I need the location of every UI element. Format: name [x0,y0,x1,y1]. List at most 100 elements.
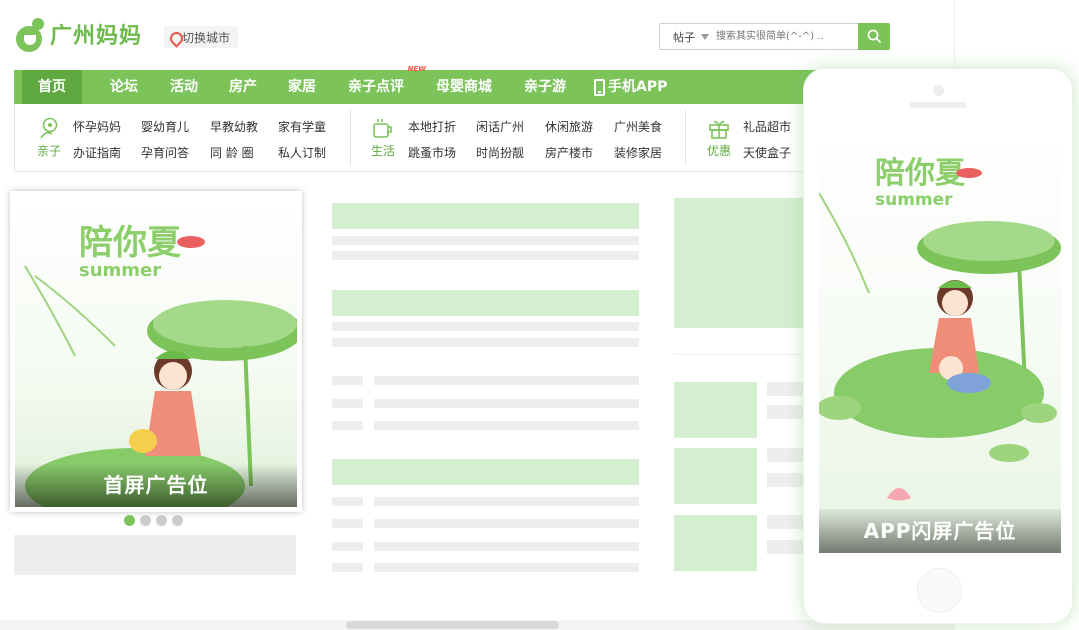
sub-link[interactable]: 婴幼育儿 [141,118,189,135]
carousel-dots [124,515,183,526]
nav-item-label: 亲子游 [524,79,566,95]
baby-icon [37,116,61,140]
horizontal-scrollbar[interactable] [0,620,955,630]
sub-link[interactable]: 孕育问答 [141,144,189,161]
search-icon [867,29,881,44]
sub-link[interactable]: 礼品超市 [743,118,791,135]
nav-item-mall[interactable]: 母婴商城 [422,70,506,104]
nav-item-label: 活动 [170,79,198,95]
summer-illustration-image: 陪你夏 summer [819,156,1061,501]
sub-link[interactable]: 家有学童 [278,118,326,135]
sub-link[interactable]: 闲话广州 [476,118,524,135]
text-line-placeholder [767,382,804,396]
text-line-placeholder [767,540,804,554]
art-title: 陪你夏 [79,223,182,263]
sub-link[interactable]: 装修家居 [614,144,662,161]
sub-link[interactable]: 休闲旅游 [545,118,593,135]
nav-item-events[interactable]: 活动 [156,70,212,104]
banner-illustration: 陪你夏 summer 首屏广告位 [15,196,297,507]
app-ad-caption: APP闪屏广告位 [819,509,1061,553]
text-line-placeholder [374,376,639,385]
thumb-placeholder [674,515,757,571]
city-switch-label: 切换城市 [182,30,231,45]
list-tag-placeholder [332,399,363,408]
cup-icon [371,116,395,140]
location-pin-icon [170,32,179,43]
phone-speaker [909,102,967,108]
sub-link[interactable]: 时尚扮靓 [476,144,524,161]
sub-nav-divider [350,110,351,166]
list-tag-placeholder [332,519,363,528]
sub-nav: 亲子 怀孕妈妈 婴幼育儿 早教幼教 家有学童 办证指南 孕育问答 同 龄 圈 私… [14,104,894,172]
image-placeholder [674,198,804,328]
sub-link[interactable]: 天使盒子 [743,144,791,161]
carousel-dot[interactable] [172,515,183,526]
text-line-placeholder [374,399,639,408]
thumb-placeholder [674,382,757,438]
nav-item-home[interactable]: 首页 [22,70,82,104]
dropdown-triangle-icon [701,33,709,40]
nav-item-house[interactable]: 房产 [215,70,271,104]
list-tag-placeholder [332,421,363,430]
scrollbar-thumb[interactable] [346,621,559,629]
carousel-dot[interactable] [156,515,167,526]
nav-item-label: 首页 [38,79,66,95]
text-line-placeholder [332,322,639,331]
phone-icon [594,78,605,96]
divider [674,354,804,355]
sub-link[interactable]: 跳蚤市场 [408,144,456,161]
sub-category-deals[interactable]: 优惠 [702,116,736,159]
sub-link[interactable]: 私人订制 [278,144,326,161]
sub-link[interactable]: 怀孕妈妈 [73,118,121,135]
text-line-placeholder [767,448,804,462]
city-switch-button[interactable]: 切换城市 [164,26,239,48]
list-tag-placeholder [332,563,363,572]
summer-illustration-image: 陪你夏 summer [24,223,297,507]
sub-category-life[interactable]: 生活 [366,116,400,159]
sub-link[interactable]: 广州美食 [614,118,662,135]
carousel-dot[interactable] [124,515,135,526]
sub-link[interactable]: 本地打折 [408,118,456,135]
nav-item-reviews[interactable]: 亲子点评 NEW [334,65,426,104]
app-splash-ad[interactable]: 陪你夏 summer APP闪屏广告位 [819,123,1061,553]
headline-placeholder [332,290,639,316]
search-button[interactable] [858,23,890,50]
art-subtitle: summer [875,190,953,210]
text-line-placeholder [767,515,804,529]
carousel-dot[interactable] [140,515,151,526]
gift-icon [707,116,731,140]
ad-caption: 首屏广告位 [15,463,297,507]
sub-link[interactable]: 房产楼市 [545,144,593,161]
sub-category-label: 优惠 [706,144,731,158]
sub-category-label: 亲子 [36,144,61,158]
text-line-placeholder [374,519,639,528]
nav-item-mobile-app[interactable]: 手机APP [580,70,681,104]
nav-item-label: 母婴商城 [436,79,492,95]
search-box: 帖子 [659,23,890,50]
sub-link[interactable]: 早教幼教 [210,118,258,135]
nav-item-label: 论坛 [110,79,138,95]
sub-category-parenting[interactable]: 亲子 [32,116,66,159]
main-nav: 首页 论坛 活动 房产 家居 亲子点评 NEW 母婴商城 亲子游 手机APP [14,65,894,104]
search-type-select[interactable]: 帖子 [660,29,712,45]
sub-nav-divider [685,110,686,166]
ad-placeholder [14,535,296,575]
text-line-placeholder [767,405,804,419]
logo[interactable]: 广州妈妈 [14,16,142,52]
thumb-placeholder [674,448,757,504]
nav-item-forum[interactable]: 论坛 [96,70,152,104]
text-line-placeholder [767,473,804,487]
phone-home-button[interactable] [917,568,962,613]
first-screen-ad-banner[interactable]: 陪你夏 summer 首屏广告位 [10,191,302,512]
sub-link[interactable]: 办证指南 [73,144,121,161]
text-line-placeholder [332,251,639,260]
text-line-placeholder [374,542,639,551]
nav-item-home-decor[interactable]: 家居 [274,70,330,104]
sub-link[interactable]: 同 龄 圈 [210,144,254,161]
nav-item-label: 家居 [288,79,316,95]
nav-item-family-travel[interactable]: 亲子游 [510,70,580,104]
header: 广州妈妈 切换城市 帖子 [14,14,894,59]
nav-item-label: 手机APP [608,79,668,95]
art-title: 陪你夏 [875,156,966,191]
search-input[interactable] [712,24,854,49]
